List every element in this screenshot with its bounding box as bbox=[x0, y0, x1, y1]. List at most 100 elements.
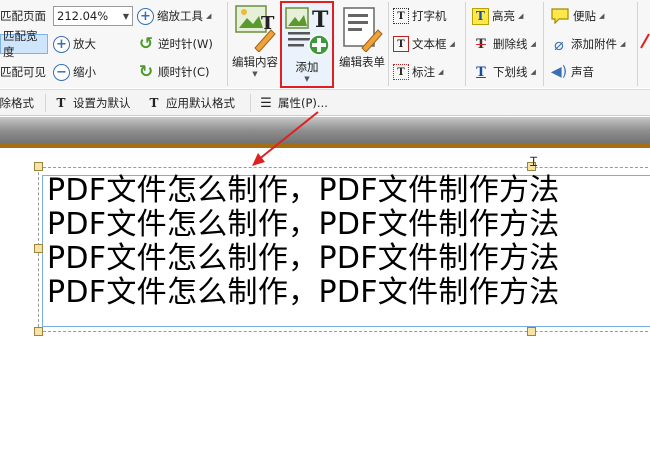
zoom-in-label: 放大 bbox=[73, 37, 96, 51]
attach-file-button[interactable]: ⌀ 添加附件 ◢ bbox=[550, 34, 625, 54]
separator bbox=[227, 2, 228, 86]
properties-label: 属性(P)... bbox=[278, 96, 328, 110]
separator bbox=[465, 2, 466, 86]
fit-width-label: 匹配宽度 bbox=[3, 29, 38, 59]
textbox-button[interactable]: T 文本框 ◢ bbox=[393, 34, 455, 54]
text-line: PDF文件怎么制作，PDF文件制作方法 bbox=[47, 207, 560, 242]
edit-content-label: 编辑内容 bbox=[232, 55, 278, 69]
plus-icon: + bbox=[53, 35, 70, 53]
dropdown-arrow-icon: ◢ bbox=[530, 68, 536, 76]
underline-icon: T bbox=[476, 64, 486, 80]
zoom-tool-label: 缩放工具 bbox=[157, 9, 203, 23]
separator bbox=[543, 2, 544, 86]
attach-file-label: 添加附件 bbox=[571, 37, 617, 51]
separator bbox=[250, 94, 251, 112]
underline-label: 下划线 bbox=[493, 65, 528, 79]
magnifier-icon: + bbox=[137, 7, 154, 25]
dropdown-arrow-icon: ◢ bbox=[518, 12, 524, 20]
fit-width-button[interactable]: 匹配宽度 bbox=[0, 29, 48, 59]
edit-content-button[interactable]: T 编辑内容 ▼ bbox=[230, 4, 280, 78]
rotate-ccw-button[interactable]: ↺ 逆时针(W) bbox=[137, 34, 213, 54]
zoom-level-value: 212.04% bbox=[57, 9, 109, 23]
sound-button[interactable]: ◀) 声音 bbox=[550, 62, 594, 82]
text-line: PDF文件怎么制作，PDF文件制作方法 bbox=[47, 173, 560, 208]
callout-button[interactable]: T 标注 ◢ bbox=[393, 62, 443, 82]
resize-handle[interactable] bbox=[34, 162, 43, 171]
strikeout-button[interactable]: T 删除线 ◢ bbox=[472, 34, 536, 54]
rotate-cw-label: 顺时针(C) bbox=[158, 65, 210, 79]
document-text[interactable]: PDF文件怎么制作，PDF文件制作方法 PDF文件怎么制作，PDF文件制作方法 … bbox=[47, 174, 647, 310]
textbox-icon: T bbox=[393, 36, 409, 52]
add-label: 添加 bbox=[295, 60, 319, 74]
ribbon-toolbar: 匹配页面 212.04% ▼ 匹配宽度 匹配可见 + 放大 − 缩小 + 缩放工… bbox=[0, 0, 650, 88]
note-button[interactable]: 便贴 ◢ bbox=[550, 6, 604, 26]
dropdown-arrow-icon: ◢ bbox=[599, 12, 605, 20]
strikeout-label: 删除线 bbox=[493, 37, 528, 51]
dropdown-arrow-icon: ◢ bbox=[449, 40, 455, 48]
speaker-icon: ◀) bbox=[550, 64, 568, 80]
set-default-button[interactable]: T 设置为默认 bbox=[52, 93, 131, 113]
callout-icon: T bbox=[393, 64, 409, 80]
properties-button[interactable]: ☰ 属性(P)... bbox=[257, 93, 328, 113]
dropdown-arrow-icon: ◢ bbox=[206, 12, 212, 20]
chevron-down-icon: ▼ bbox=[122, 11, 129, 21]
rotate-cw-button[interactable]: ↻ 顺时针(C) bbox=[137, 62, 210, 82]
svg-text:T: T bbox=[312, 7, 329, 33]
zoom-level-select[interactable]: 212.04% ▼ bbox=[53, 6, 133, 26]
highlight-button[interactable]: T 高亮 ◢ bbox=[472, 6, 523, 26]
zoom-tool-button[interactable]: + 缩放工具 ◢ bbox=[137, 6, 211, 26]
text-cursor-icon: Ɪ bbox=[530, 155, 538, 170]
dropdown-arrow-icon: ▼ bbox=[252, 70, 258, 78]
typewriter-button[interactable]: T 打字机 bbox=[393, 6, 447, 26]
svg-text:T: T bbox=[261, 13, 275, 34]
underline-button[interactable]: T 下划线 ◢ bbox=[472, 62, 536, 82]
apply-default-button[interactable]: T 应用默认格式 bbox=[145, 93, 235, 113]
resize-handle[interactable] bbox=[34, 244, 43, 253]
sound-label: 声音 bbox=[571, 65, 594, 79]
edit-form-icon bbox=[343, 7, 383, 52]
properties-icon: ☰ bbox=[260, 95, 272, 111]
zoom-out-button[interactable]: − 缩小 bbox=[53, 62, 96, 82]
ribbon-overflow-icon bbox=[640, 33, 650, 49]
resize-handle[interactable] bbox=[34, 327, 43, 336]
fit-page-label: 匹配页面 bbox=[0, 9, 46, 23]
edit-form-button[interactable]: 编辑表单 bbox=[337, 4, 387, 70]
apply-default-label: 应用默认格式 bbox=[166, 96, 235, 110]
clear-format-label: 清除格式 bbox=[0, 96, 34, 110]
highlight-icon: T bbox=[472, 7, 489, 25]
zoom-in-button[interactable]: + 放大 bbox=[53, 34, 96, 54]
apply-default-icon: T bbox=[149, 96, 159, 110]
dropdown-arrow-icon: ▼ bbox=[304, 75, 310, 83]
set-default-icon: T bbox=[56, 96, 66, 110]
text-line: PDF文件怎么制作，PDF文件制作方法 bbox=[47, 275, 560, 310]
sticky-note-icon bbox=[551, 8, 569, 25]
add-button-content: T 添加 ▼ bbox=[284, 5, 330, 83]
add-object-icon: T bbox=[285, 7, 330, 56]
fit-visible-label: 匹配可见 bbox=[0, 65, 46, 79]
clear-format-button[interactable]: 清除格式 bbox=[0, 93, 34, 113]
text-line: PDF文件怎么制作，PDF文件制作方法 bbox=[47, 241, 560, 276]
typewriter-label: 打字机 bbox=[412, 9, 447, 23]
separator bbox=[45, 94, 46, 112]
dropdown-arrow-icon: ◢ bbox=[530, 40, 536, 48]
separator bbox=[637, 2, 638, 86]
zoom-out-label: 缩小 bbox=[73, 65, 96, 79]
resize-handle[interactable] bbox=[527, 327, 536, 336]
dropdown-arrow-icon: ◢ bbox=[438, 68, 444, 76]
fit-visible-button[interactable]: 匹配可见 bbox=[0, 62, 46, 82]
add-button[interactable]: T 添加 ▼ bbox=[280, 1, 334, 88]
note-label: 便贴 bbox=[573, 9, 596, 23]
strikeout-icon: T bbox=[476, 36, 486, 52]
set-default-label: 设置为默认 bbox=[73, 96, 131, 110]
rotate-ccw-label: 逆时针(W) bbox=[158, 37, 213, 51]
edit-form-label: 编辑表单 bbox=[339, 55, 385, 69]
minus-icon: − bbox=[53, 63, 70, 81]
format-toolbar: 清除格式 T 设置为默认 T 应用默认格式 ☰ 属性(P)... bbox=[0, 89, 650, 116]
dropdown-arrow-icon: ◢ bbox=[620, 40, 626, 48]
edit-content-icon: T bbox=[235, 5, 276, 52]
paperclip-icon: ⌀ bbox=[554, 34, 564, 54]
separator bbox=[388, 2, 389, 86]
fit-page-button[interactable]: 匹配页面 bbox=[0, 6, 46, 26]
highlight-label: 高亮 bbox=[492, 9, 515, 23]
rotate-ccw-icon: ↺ bbox=[138, 34, 154, 54]
